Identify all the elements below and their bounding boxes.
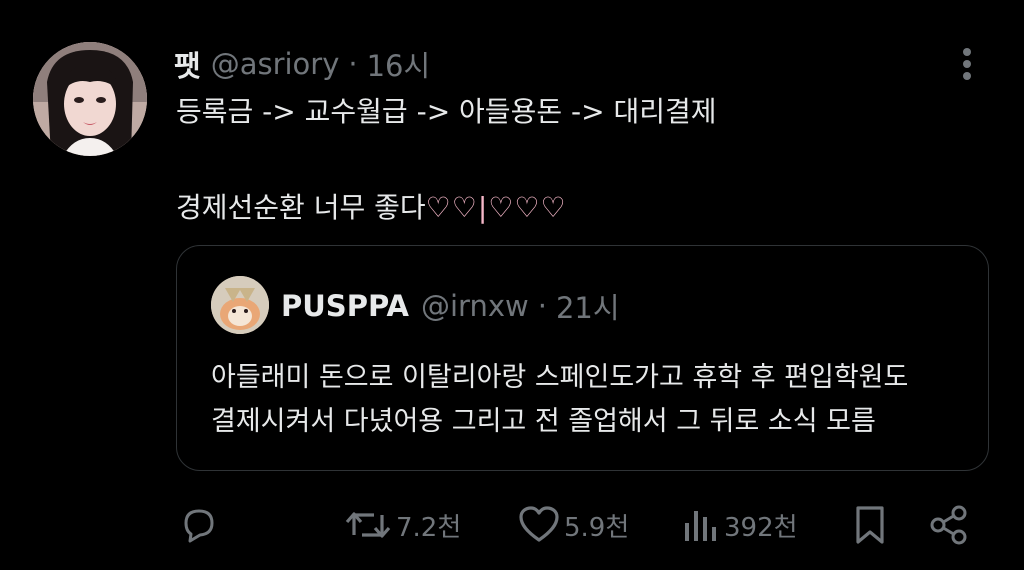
tweet-timestamp[interactable]: 16시 [367, 43, 431, 85]
more-vertical-icon[interactable] [954, 44, 980, 84]
tweet-text-line: 등록금 -> 교수월급 -> 아들용돈 -> 대리결제 [176, 95, 717, 128]
hearts-emoji-text: ♡♡|♡♡♡ [425, 191, 567, 224]
reply-icon [178, 505, 220, 545]
quoted-tweet-header: PUSPPA @irnxw · 21시 [281, 286, 620, 326]
tweet-action-bar: 7.2천 5.9천 392천 [0, 500, 1024, 550]
retweet-icon [344, 505, 392, 545]
tweet-header: 팻 @asriory · 16시 [174, 44, 430, 84]
like-count: 5.9천 [564, 512, 630, 543]
author-avatar[interactable] [33, 42, 147, 156]
quoted-tweet-text: 아들래미 돈으로 이탈리아랑 스페인도가고 휴학 후 편입학원도 결제시켜서 다… [211, 356, 971, 444]
quoted-tweet-card[interactable]: PUSPPA @irnxw · 21시 아들래미 돈으로 이탈리아랑 스페인도가… [176, 245, 989, 471]
tweet-text-line: 경제선순환 너무 좋다♡♡|♡♡♡ [176, 190, 956, 226]
like-button[interactable]: 5.9천 [518, 500, 629, 550]
retweet-button[interactable]: 7.2천 [344, 500, 461, 550]
quoted-tweet-timestamp: 21시 [555, 291, 620, 325]
tweet-text-segment: 경제선순환 너무 좋다 [176, 191, 426, 224]
views-button[interactable]: 392천 [680, 500, 798, 550]
bookmark-icon [852, 504, 888, 546]
heart-icon [518, 505, 560, 545]
author-display-name[interactable]: 팻 [174, 43, 201, 85]
quoted-text-line: 결제시켜서 다녔어용 그리고 전 졸업해서 그 뒤로 소식 모름 [211, 406, 876, 437]
bookmark-button[interactable] [852, 500, 888, 550]
quoted-author-handle: @irnxw [420, 289, 529, 323]
tweet-text: 등록금 -> 교수월급 -> 아들용돈 -> 대리결제 경제선순환 너무 좋다♡… [176, 94, 956, 226]
views-icon [680, 505, 720, 545]
header-separator: · [348, 47, 358, 81]
quoted-author-display-name: PUSPPA [281, 289, 409, 323]
share-button[interactable] [928, 500, 970, 550]
tweet-container: 팻 @asriory · 16시 등록금 -> 교수월급 -> 아들용돈 -> … [0, 0, 1024, 570]
reply-button[interactable] [178, 500, 224, 550]
views-count: 392천 [724, 512, 798, 543]
quoted-author-avatar [211, 276, 269, 334]
quoted-header-separator: · [537, 289, 547, 323]
share-icon [928, 504, 970, 546]
author-handle[interactable]: @asriory [211, 47, 340, 81]
retweet-count: 7.2천 [396, 512, 462, 543]
quoted-text-line: 아들래미 돈으로 이탈리아랑 스페인도가고 휴학 후 편입학원도 [211, 362, 909, 393]
